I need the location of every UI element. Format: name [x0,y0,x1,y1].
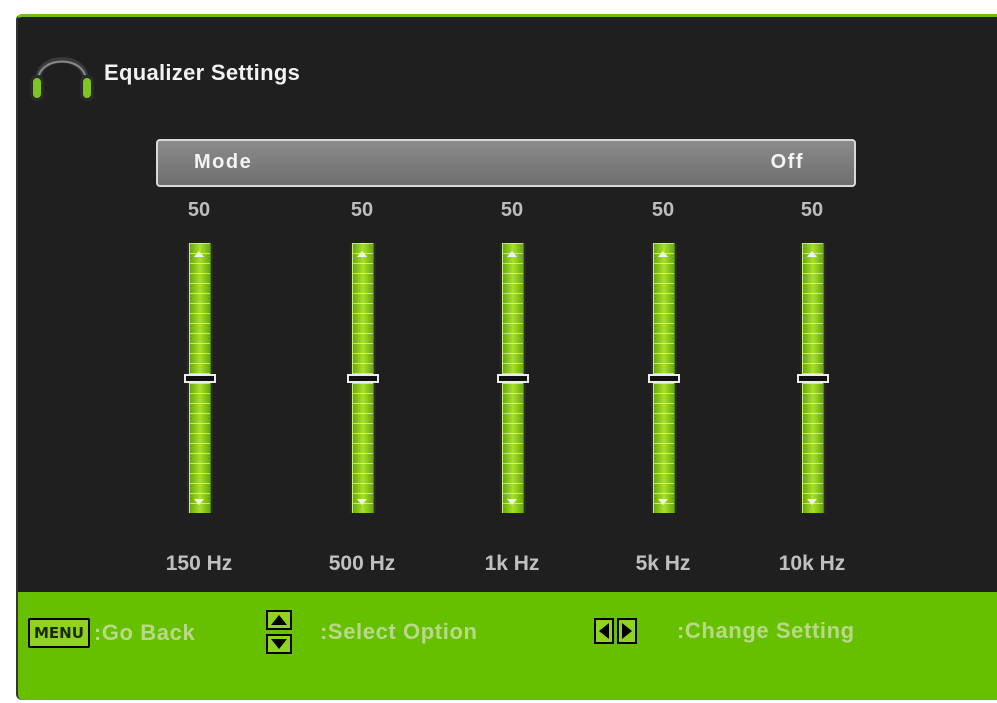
slider-thumb[interactable] [648,374,680,383]
band-value: 50 [500,199,524,221]
band-value: 50 [651,199,675,221]
arrow-up-icon [507,251,517,257]
arrow-down-icon [357,499,367,505]
band-slider[interactable] [497,243,529,513]
band-500hz: 50 500 Hz [302,197,422,597]
band-1khz: 50 1k Hz [452,197,572,597]
change-setting-hint: :Change Setting [594,618,855,644]
band-value: 50 [350,199,374,221]
arrow-up-icon [194,251,204,257]
band-label: 500 Hz [328,552,396,575]
change-setting-label: :Change Setting [677,618,855,643]
select-option-hint: :Select Option [266,610,478,654]
band-slider[interactable] [797,243,829,513]
left-arrow-key-icon[interactable] [594,618,614,644]
slider-thumb[interactable] [797,374,829,383]
go-back-hint: MENU :Go Back [28,618,195,648]
arrow-down-icon [507,499,517,505]
band-label: 10k Hz [778,552,846,575]
band-slider[interactable] [347,243,379,513]
band-150hz: 50 150 Hz [139,197,259,597]
band-slider[interactable] [184,243,216,513]
band-label: 5k Hz [635,552,691,575]
select-option-label: :Select Option [320,619,478,644]
band-5khz: 50 5k Hz [603,197,723,597]
band-label: 150 Hz [165,552,233,575]
right-arrow-key-icon[interactable] [617,618,637,644]
arrow-up-icon [357,251,367,257]
down-arrow-key-icon[interactable] [266,634,292,654]
up-down-keys [266,610,292,654]
band-value: 50 [800,199,824,221]
band-10khz: 50 10k Hz [752,197,872,597]
footer-help-bar: MENU :Go Back :Select Option :Change Set… [18,592,997,700]
arrow-down-icon [807,499,817,505]
slider-thumb[interactable] [184,374,216,383]
arrow-down-icon [658,499,668,505]
equalizer-screen: Equalizer Settings Mode Off 50 150 Hz 50 [16,14,997,700]
slider-thumb[interactable] [347,374,379,383]
go-back-label: :Go Back [93,620,196,645]
menu-key-icon[interactable]: MENU [28,618,90,648]
arrow-down-icon [194,499,204,505]
band-value: 50 [187,199,211,221]
band-slider[interactable] [648,243,680,513]
up-arrow-key-icon[interactable] [266,610,292,630]
left-right-keys [594,618,637,644]
arrow-up-icon [658,251,668,257]
slider-thumb[interactable] [497,374,529,383]
band-label: 1k Hz [484,552,540,575]
arrow-up-icon [807,251,817,257]
